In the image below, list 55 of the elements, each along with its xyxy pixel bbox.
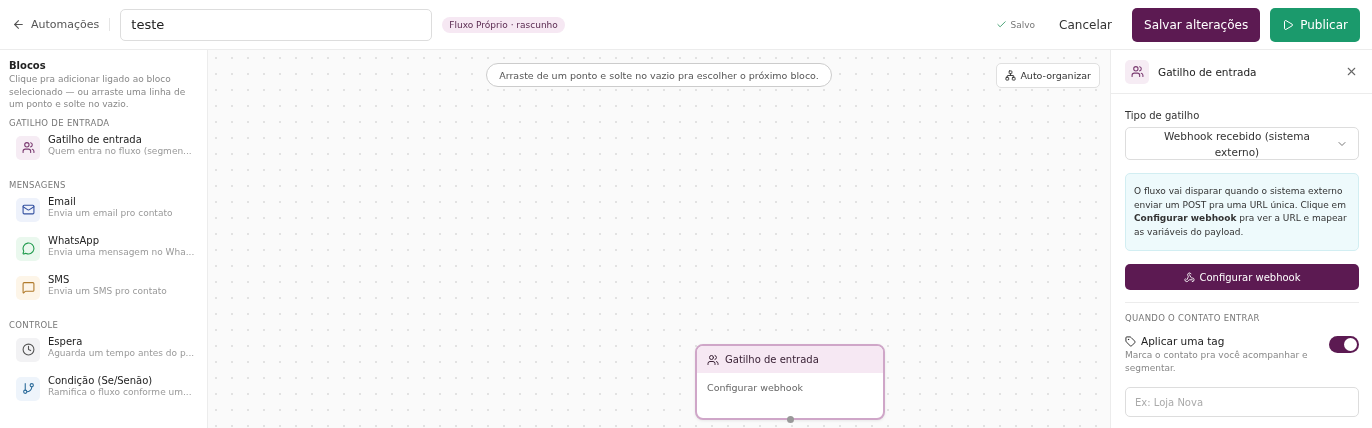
block-name[interactable]: Condição (Se/Senão)	[48, 374, 192, 386]
saved-status: Salvo	[995, 19, 1036, 30]
chat-bubble-icon	[16, 236, 40, 261]
section-title: QUANDO O CONTATO ENTRAR	[1125, 313, 1261, 323]
trigger-type-select[interactable]: Webhook recebido (sistema externo)	[1125, 127, 1359, 160]
users-icon	[707, 353, 719, 366]
block-description: Quem entra no fluxo (segmen...	[48, 145, 192, 156]
connection-handle[interactable]	[787, 416, 794, 423]
arrow-left-icon	[12, 18, 25, 31]
block-name[interactable]: Email	[48, 195, 173, 207]
section-title: CONTROLE	[9, 319, 60, 330]
sidebar-description: Clique pra adicionar ligado ao bloco selecionado — ou arraste uma linha de um ponto e solte no vazio.	[9, 73, 187, 111]
name-field[interactable]: teste	[120, 8, 433, 41]
users-icon	[16, 135, 40, 160]
block-description: Envia um email pro contato	[48, 207, 173, 218]
check-icon	[995, 19, 1007, 30]
block-description: Aguarda um tempo antes do p...	[48, 347, 195, 358]
field-label: Tipo de gatilho	[1125, 110, 1201, 121]
block-description: Ramifica o fluxo conforme um...	[48, 386, 192, 397]
publish-button[interactable]: Publicar	[1270, 7, 1360, 42]
block-name[interactable]: Gatilho de entrada	[48, 133, 192, 145]
sidebar-title: Blocos	[9, 60, 47, 71]
block-description: Envia uma mensagem no Wha...	[48, 246, 195, 257]
flow-node[interactable]: Gatilho de entrada Configurar webhook	[695, 344, 885, 420]
network-icon	[1005, 70, 1017, 81]
node-title: Gatilho de entrada	[725, 354, 819, 365]
section-title: MENSAGENS	[9, 179, 67, 190]
users-icon	[1125, 59, 1149, 84]
toggle-label: Aplicar uma tag	[1141, 335, 1225, 347]
close-icon[interactable]	[1345, 65, 1358, 78]
block-name[interactable]: SMS	[48, 273, 167, 285]
save-button[interactable]: Salvar alterações	[1132, 7, 1261, 42]
block-name[interactable]: WhatsApp	[48, 234, 195, 246]
tag-switch[interactable]	[1329, 336, 1359, 353]
tag-icon	[1125, 335, 1136, 347]
toggle-description: Marca o contato pra você acompanhar e segmentar.	[1125, 349, 1309, 374]
panel-title: Gatilho de entrada	[1158, 65, 1258, 78]
clock-icon	[16, 337, 40, 362]
auto-arrange-button[interactable]: Auto-organizar	[996, 63, 1100, 88]
status-badge: Fluxo Próprio · rascunho	[442, 16, 565, 33]
block-name[interactable]: Espera	[48, 335, 195, 347]
section-title: GATILHO DE ENTRADA	[9, 117, 111, 128]
node-body: Configurar webhook	[706, 381, 804, 395]
envelope-icon	[16, 197, 40, 222]
info-text: O fluxo vai disparar quando o sistema externo enviar um POST pra uma URL única. Clique em Configurar webhook pra ver a URL e mapear as variáveis do payload.	[1125, 173, 1359, 251]
branch-icon	[16, 376, 40, 401]
back-link[interactable]: Automações	[12, 18, 111, 31]
tag-field[interactable]: Ex: Loja Nova	[1125, 387, 1359, 417]
cancel-button[interactable]: Cancelar	[1053, 16, 1119, 33]
configure-webhook-button[interactable]: Configurar webhook	[1125, 264, 1359, 290]
canvas-hint: Arraste de um ponto e solte no vazio pra escolher o próximo bloco.	[486, 63, 832, 87]
message-icon	[16, 275, 40, 300]
play-icon	[1282, 18, 1295, 31]
webhook-icon	[1183, 271, 1195, 283]
block-description: Envia um SMS pro contato	[48, 285, 167, 296]
